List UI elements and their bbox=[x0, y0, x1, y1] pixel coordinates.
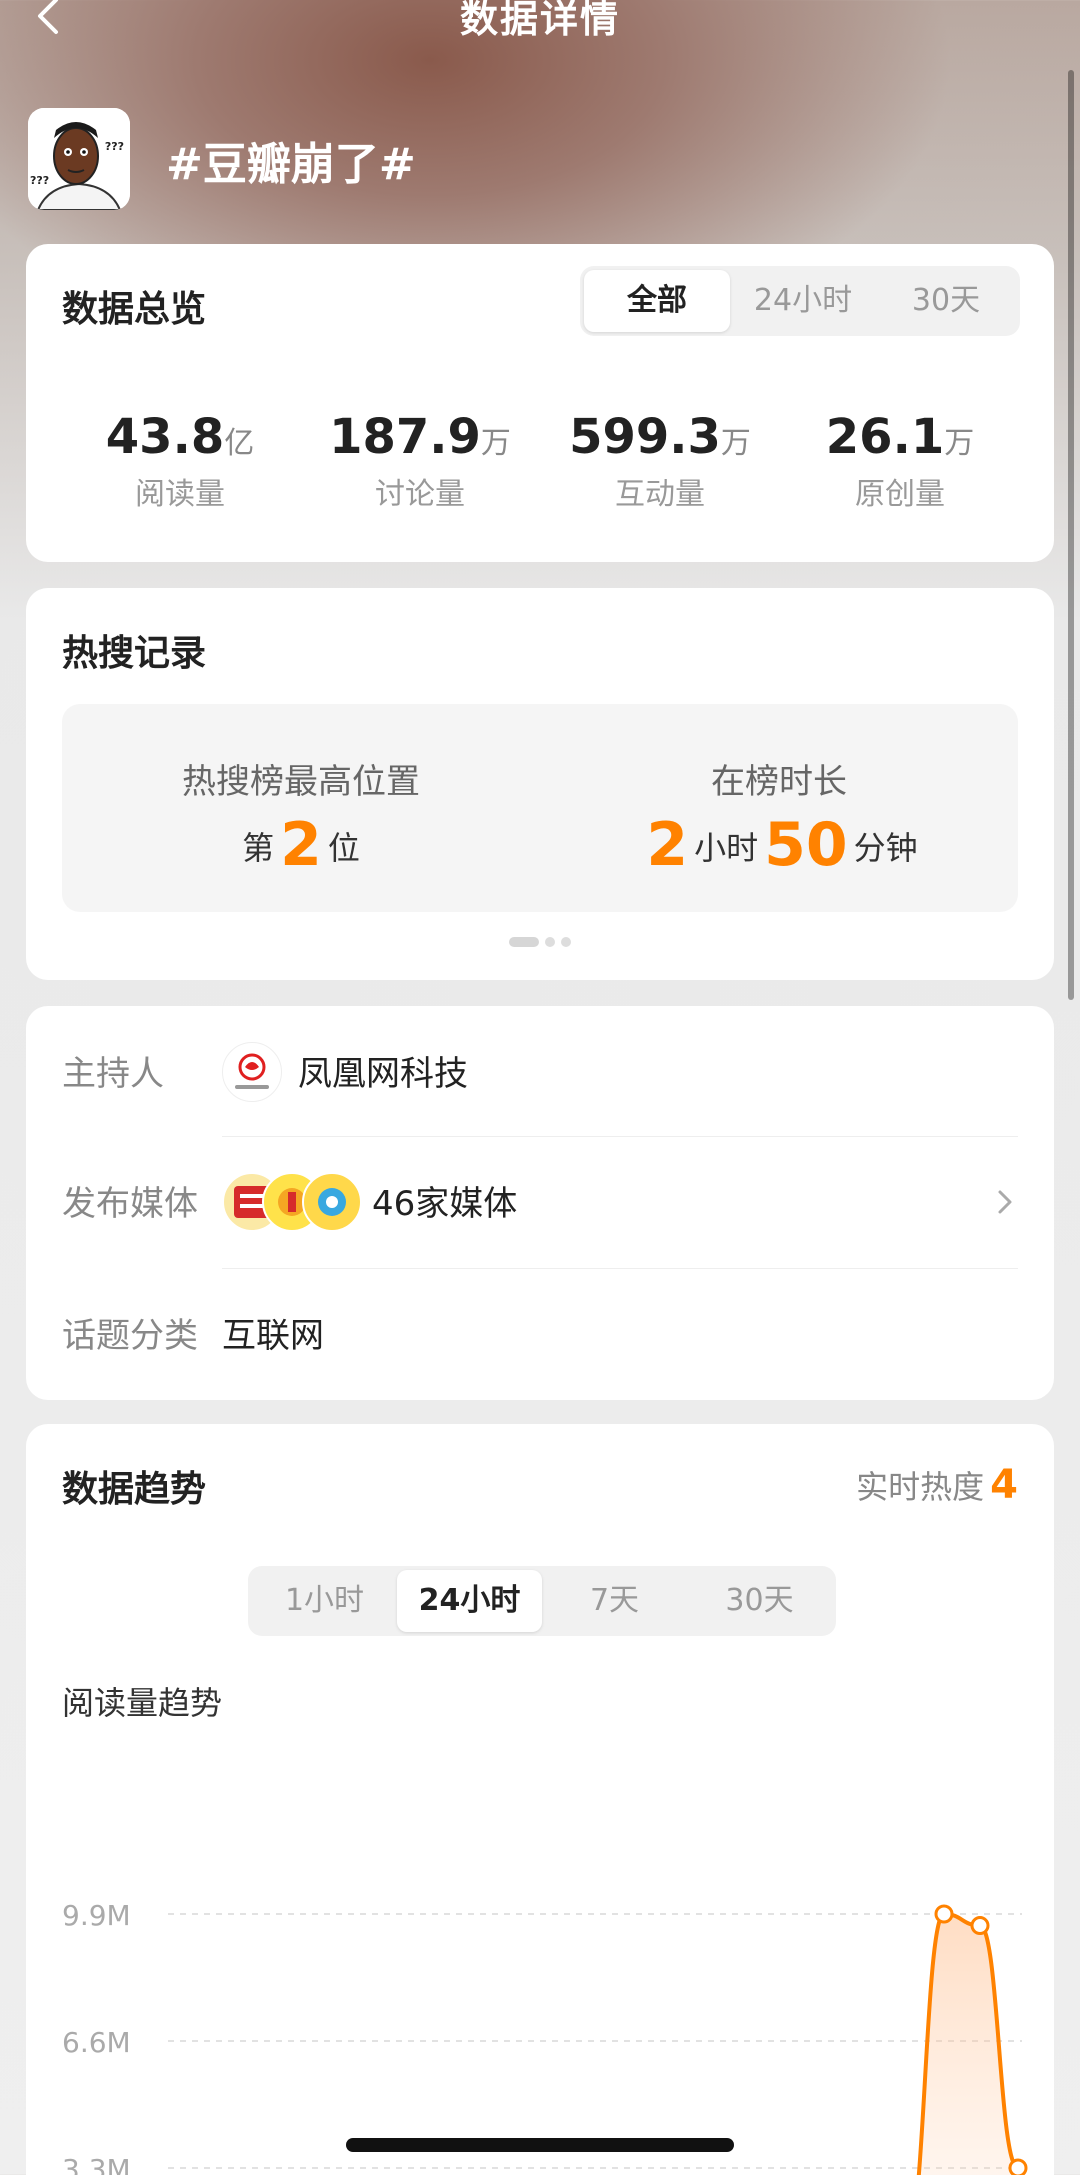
hot-duration-minutes-unit: 分钟 bbox=[853, 829, 918, 867]
carousel-dot bbox=[561, 937, 571, 947]
chevron-right-icon bbox=[998, 1190, 1012, 1214]
media-label: 发布媒体 bbox=[62, 1184, 198, 1224]
stat-value: 26.1 bbox=[825, 409, 945, 465]
tab-24h-trend[interactable]: 24小时 bbox=[397, 1570, 542, 1632]
tab-30d[interactable]: 30天 bbox=[876, 270, 1016, 332]
topic-header: ??? ??? #豆瓣崩了# bbox=[28, 108, 1028, 212]
home-indicator[interactable] bbox=[346, 2138, 734, 2152]
stat-label: 讨论量 bbox=[375, 477, 465, 512]
scrollbar[interactable] bbox=[1068, 70, 1074, 1000]
hot-duration-hours: 2 bbox=[646, 810, 689, 880]
overview-tabs: 全部 24小时 30天 bbox=[580, 266, 1020, 336]
tab-24h[interactable]: 24小时 bbox=[730, 270, 876, 332]
host-name: 凤凰网科技 bbox=[298, 1054, 468, 1094]
hot-peak-prefix: 第 bbox=[242, 829, 275, 867]
media-logo-3-icon bbox=[302, 1172, 362, 1232]
host-label: 主持人 bbox=[62, 1054, 164, 1094]
trend-card: 数据趋势 实时热度 4 1小时 24小时 7天 30天 阅读量趋势 9.9M 6.6… bbox=[26, 1424, 1054, 2175]
heat-label: 实时热度 bbox=[856, 1468, 985, 1506]
data-point bbox=[934, 1904, 954, 1924]
hot-peak-number: 2 bbox=[280, 810, 322, 880]
stat-unit: 万 bbox=[944, 426, 975, 461]
trend-title: 数据趋势 bbox=[62, 1469, 207, 1510]
category-label: 话题分类 bbox=[62, 1316, 198, 1356]
hot-peak-label: 热搜榜最高位置 bbox=[182, 762, 420, 802]
stat-discuss: 187.9万 讨论量 bbox=[300, 409, 540, 513]
avatar-face-icon bbox=[28, 108, 130, 210]
stat-value: 43.8 bbox=[105, 409, 225, 465]
hot-peak-value: 第2位 bbox=[62, 810, 540, 880]
trend-tabs: 1小时 24小时 7天 30天 bbox=[248, 1566, 836, 1636]
avatar-question-label: ??? bbox=[104, 140, 124, 153]
stat-value: 599.3 bbox=[569, 409, 721, 465]
topic-info-card: 主持人 凤凰网科技 发布媒体 46家媒体 话题分类 互联网 bbox=[26, 1006, 1054, 1400]
tab-7d[interactable]: 7天 bbox=[542, 1570, 687, 1632]
hot-peak: 热搜榜最高位置 第2位 bbox=[62, 704, 540, 912]
top-bar: 数据详情 bbox=[0, 0, 1080, 60]
avatar-question-label-2: ??? bbox=[30, 174, 50, 187]
topic-avatar[interactable]: ??? ??? bbox=[28, 108, 130, 210]
carousel-dot bbox=[545, 937, 555, 947]
hot-record-panel: 热搜榜最高位置 第2位 在榜时长 2 小时 50 分钟 bbox=[62, 704, 1018, 912]
hot-peak-suffix: 位 bbox=[327, 829, 360, 867]
heat-value: 4 bbox=[990, 1462, 1018, 1508]
read-trend-chart: 9.9M 6.6M 3.3M bbox=[62, 1899, 1028, 2175]
stat-interact: 599.3万 互动量 bbox=[540, 409, 780, 513]
overview-title: 数据总览 bbox=[62, 289, 207, 330]
y-tick-label: 3.3M bbox=[62, 2153, 131, 2175]
media-row[interactable]: 发布媒体 46家媒体 bbox=[26, 1136, 1054, 1266]
stat-unit: 亿 bbox=[224, 426, 255, 461]
page-title: 数据详情 bbox=[459, 0, 620, 41]
hot-duration-hours-unit: 小时 bbox=[694, 829, 759, 867]
tab-all[interactable]: 全部 bbox=[584, 270, 730, 332]
hot-record-title: 热搜记录 bbox=[62, 633, 207, 674]
stat-value: 187.9 bbox=[329, 409, 481, 465]
stat-label: 阅读量 bbox=[135, 477, 225, 512]
overview-card: 数据总览 全部 24小时 30天 43.8亿 阅读量 187.9万 讨论量 59… bbox=[26, 244, 1054, 562]
stat-unit: 万 bbox=[720, 426, 751, 461]
category-row: 话题分类 互联网 bbox=[26, 1268, 1054, 1398]
hot-duration-value: 2 小时 50 分钟 bbox=[540, 810, 1018, 880]
y-tick-label: 9.9M bbox=[62, 1899, 131, 1932]
chart-title: 阅读量趋势 bbox=[62, 1684, 223, 1722]
ifeng-logo-icon bbox=[222, 1042, 282, 1102]
hot-duration-minutes: 50 bbox=[764, 810, 848, 880]
tab-1h[interactable]: 1小时 bbox=[252, 1570, 397, 1632]
stat-original: 26.1万 原创量 bbox=[780, 409, 1020, 513]
data-point bbox=[1008, 2158, 1028, 2175]
category-value: 互联网 bbox=[222, 1316, 324, 1356]
hot-duration: 在榜时长 2 小时 50 分钟 bbox=[540, 704, 1018, 912]
realtime-heat: 实时热度 4 bbox=[856, 1462, 1018, 1508]
data-point bbox=[970, 1916, 990, 1936]
hot-duration-label: 在榜时长 bbox=[711, 762, 847, 802]
overview-stats: 43.8亿 阅读量 187.9万 讨论量 599.3万 互动量 26.1万 原创… bbox=[26, 409, 1054, 519]
host-row[interactable]: 主持人 凤凰网科技 bbox=[26, 1006, 1054, 1136]
stat-unit: 万 bbox=[480, 426, 511, 461]
stat-read: 43.8亿 阅读量 bbox=[60, 409, 300, 513]
y-tick-label: 6.6M bbox=[62, 2026, 131, 2059]
carousel-dot bbox=[509, 937, 539, 947]
media-count: 46家媒体 bbox=[372, 1184, 518, 1224]
stat-label: 原创量 bbox=[855, 477, 945, 512]
hot-record-card[interactable]: 热搜记录 热搜榜最高位置 第2位 在榜时长 2 小时 50 分钟 bbox=[26, 588, 1054, 980]
carousel-dots bbox=[26, 932, 1054, 951]
topic-title: #豆瓣崩了# bbox=[166, 139, 416, 190]
stat-label: 互动量 bbox=[615, 477, 705, 512]
tab-30d-trend[interactable]: 30天 bbox=[687, 1570, 832, 1632]
